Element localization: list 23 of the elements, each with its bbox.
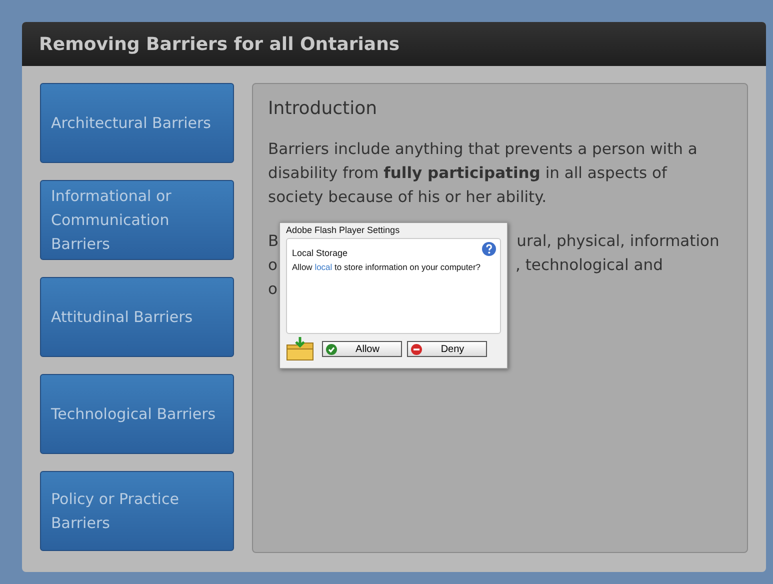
folder-icon	[286, 337, 314, 361]
storage-message: Allow local to store information on your computer?	[292, 262, 482, 272]
help-icon[interactable]	[482, 242, 496, 256]
app-title-bar: Removing Barriers for all Ontarians	[22, 22, 766, 66]
dialog-title: Adobe Flash Player Settings	[286, 225, 401, 235]
topic-button[interactable]: Attitudinal Barriers	[40, 277, 234, 357]
deny-button[interactable]: Deny	[407, 341, 487, 357]
section-heading: Introduction	[268, 98, 378, 119]
check-icon	[326, 344, 337, 354]
paragraph-fragment: o	[268, 255, 278, 276]
paragraph-fragment: , technological and	[515, 255, 663, 276]
allow-button[interactable]: Allow	[322, 341, 402, 357]
section-label: Local Storage	[292, 248, 348, 258]
topic-button[interactable]: Policy or Practice Barriers	[40, 471, 234, 551]
site-link[interactable]: local	[314, 262, 332, 272]
no-entry-icon	[411, 344, 422, 354]
paragraph-fragment: B	[268, 231, 279, 252]
intro-paragraph: Barriers include anything that prevents a person with a disability from fully participating in all aspects of society because of his or her ability.	[268, 139, 698, 208]
topic-button[interactable]: Informational or Communication Barriers	[40, 180, 234, 260]
topic-button[interactable]: Technological Barriers	[40, 374, 234, 454]
paragraph-fragment: o	[268, 279, 278, 300]
paragraph-fragment: ural, physical, information	[516, 231, 720, 252]
topic-button[interactable]: Architectural Barriers	[40, 83, 234, 163]
